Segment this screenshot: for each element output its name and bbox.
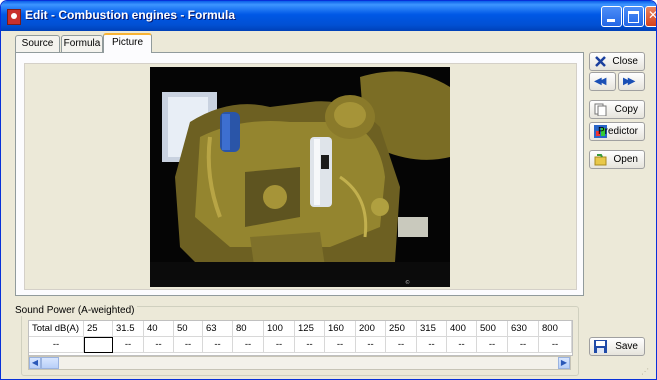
sound-power-title: Sound Power (A-weighted) [13,305,137,316]
column-header: 25 [84,321,113,337]
value-cell[interactable]: -- [356,337,386,353]
predictor-button-label: Predictor [597,126,638,137]
total-value-cell[interactable]: -- [29,337,84,353]
scroll-left-icon[interactable]: ◀ [29,357,41,369]
copy-button[interactable]: Copy [589,100,645,119]
save-disk-icon [594,340,607,353]
resize-grip-icon[interactable]: ⋰ [641,367,653,377]
minimize-button[interactable] [601,6,622,27]
column-header: 80 [233,321,264,337]
maximize-button[interactable] [623,6,644,27]
value-cell[interactable]: -- [295,337,325,353]
engine-photo: © [150,67,450,287]
close-button[interactable]: Close [589,52,645,71]
column-header: 400 [447,321,477,337]
value-cell[interactable]: -- [417,337,447,353]
tab-picture[interactable]: Picture [103,33,152,53]
scroll-right-icon[interactable]: ▶ [558,357,570,369]
column-header: 100 [264,321,295,337]
value-cell[interactable]: -- [477,337,508,353]
value-cell[interactable]: -- [447,337,477,353]
fast-forward-icon: ▶▶ [623,76,636,87]
copy-button-label: Copy [614,104,638,115]
column-header: 31.5 [113,321,144,337]
column-header: 200 [356,321,386,337]
engine-illustration: © [150,67,450,287]
sound-power-table[interactable]: Total dB(A) 25 31.5 40 50 63 80 100 125 … [28,320,573,356]
column-header: 50 [174,321,203,337]
value-cell[interactable]: -- [386,337,417,353]
scroll-thumb[interactable] [41,357,59,369]
predictor-button[interactable]: Predictor [589,122,645,141]
close-button-label: Close [612,56,638,67]
window-title: Edit - Combustion engines - Formula [25,8,235,22]
selected-value-cell[interactable] [84,337,113,353]
picture-tab-panel: © [15,52,584,296]
tab-source[interactable]: Source [15,35,60,52]
next-button[interactable]: ▶▶ [618,72,645,91]
rewind-icon: ◀◀ [594,76,607,87]
close-x-icon [594,55,607,68]
column-header: 40 [144,321,174,337]
copy-icon [594,103,607,117]
column-header: 160 [325,321,356,337]
value-cell[interactable]: -- [113,337,144,353]
tab-formula[interactable]: Formula [61,35,103,52]
open-button[interactable]: Open [589,150,645,169]
open-button-label: Open [613,154,638,165]
svg-text:©: © [405,279,410,286]
column-header: 500 [477,321,508,337]
column-header: 63 [203,321,233,337]
app-icon [7,9,21,25]
value-cell[interactable]: -- [144,337,174,353]
edit-window: Edit - Combustion engines - Formula Sour… [0,0,657,380]
value-cell[interactable]: -- [539,337,572,353]
save-button-label: Save [615,341,638,352]
previous-button[interactable]: ◀◀ [589,72,616,91]
value-cell[interactable]: -- [264,337,295,353]
column-header: 125 [295,321,325,337]
horizontal-scrollbar[interactable]: ◀ ▶ [28,356,571,370]
value-cell[interactable]: -- [233,337,264,353]
column-header: 800 [539,321,572,337]
close-window-button[interactable] [645,6,656,27]
value-cell[interactable]: -- [203,337,233,353]
value-cell[interactable]: -- [508,337,539,353]
picture-frame: © [24,63,577,290]
value-cell[interactable]: -- [174,337,203,353]
value-cell[interactable]: -- [325,337,356,353]
open-icon [594,153,607,166]
column-header: 315 [417,321,447,337]
column-header: 630 [508,321,539,337]
column-header: Total dB(A) [29,321,84,337]
save-button[interactable]: Save [589,337,645,356]
title-bar[interactable]: Edit - Combustion engines - Formula [1,1,656,31]
column-header: 250 [386,321,417,337]
